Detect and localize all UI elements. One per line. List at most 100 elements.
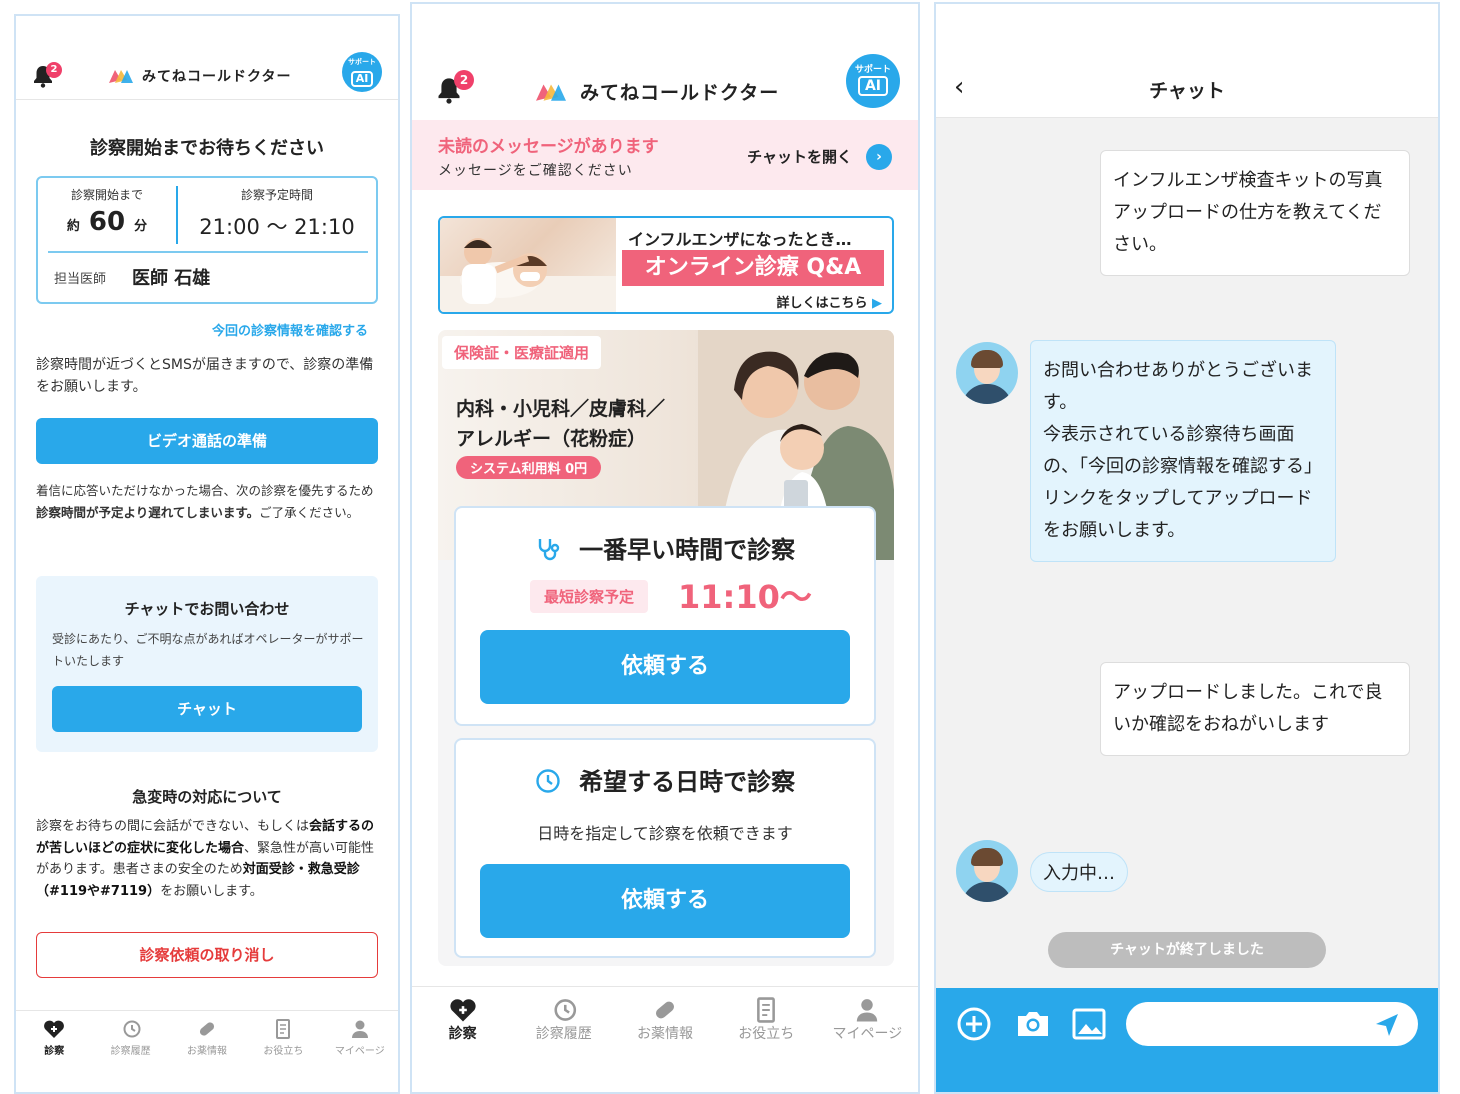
stethoscope-icon xyxy=(535,536,569,564)
preferred-title: 希望する日時で診察 xyxy=(456,762,874,797)
consultation-card: 保険証・医療証適用 内科・小児科／皮膚科／ アレルギー（花粉症） システム利用料 … xyxy=(438,330,894,966)
heart-plus-icon xyxy=(449,997,477,1023)
sms-note: 診察時間が近づくとSMSが届きますので、診察の準備をお願いします。 xyxy=(36,357,374,395)
sick-child-photo xyxy=(440,218,616,312)
chat-screen: ‹ チャット インフルエンザ検査キットの写真アップロードの仕方を教えてください。… xyxy=(934,2,1440,1094)
ai-support-button[interactable]: サポート AI xyxy=(846,54,900,108)
add-circle-icon[interactable] xyxy=(956,1006,992,1046)
camera-icon[interactable] xyxy=(1014,1006,1052,1046)
logo-mark-icon xyxy=(108,68,134,84)
chat-button[interactable]: チャット xyxy=(52,686,362,732)
app-logo: みてねコールドクター xyxy=(108,66,291,86)
cancel-request-button[interactable]: 診察依頼の取り消し xyxy=(36,932,378,978)
typing-indicator: 入力中… xyxy=(1030,852,1128,892)
ai-label: AI xyxy=(350,71,374,87)
missed-call-note: 着信に応答いただけなかった場合、次の診察を優先するため診察時間が予定より遅れてし… xyxy=(36,483,374,520)
triangle-right-icon: ▶ xyxy=(872,296,882,311)
person-icon xyxy=(349,1019,371,1039)
bottom-tab-bar: 診察 診察履歴 お薬情報 お役立ち マイページ xyxy=(16,1010,398,1092)
document-icon xyxy=(272,1019,294,1039)
app-name: みてねコールドクター xyxy=(142,69,292,85)
document-icon xyxy=(752,997,780,1023)
operator-avatar xyxy=(956,840,1018,902)
fee-pill: システム利用料 0円 xyxy=(456,456,602,479)
banner-line1: インフルエンザになったとき… xyxy=(628,230,852,249)
tab-history[interactable]: 診察履歴 xyxy=(513,997,614,1092)
tab-history[interactable]: 診察履歴 xyxy=(92,1019,168,1092)
tab-useful[interactable]: お役立ち xyxy=(245,1019,321,1092)
emergency-title: 急変時の対応について xyxy=(132,788,282,806)
request-earliest-button[interactable]: 依頼する xyxy=(480,630,850,704)
earliest-time: 11:10〜 xyxy=(678,578,812,616)
notification-badge: 2 xyxy=(454,70,474,90)
history-icon xyxy=(120,1019,142,1039)
clock-icon xyxy=(535,768,569,796)
user-message: アップロードしました。これで良いか確認をおねがいします xyxy=(1100,662,1410,756)
chat-card-desc: 受診にあたり、ご不明な点があればオペレーターがサポートいたします xyxy=(52,632,364,668)
unread-title: 未読のメッセージがあります xyxy=(438,137,659,157)
operator-message: お問い合わせありがとうございます。 今表示されている診察待ち画面の、「今回の診察… xyxy=(1030,340,1336,562)
app-logo: みてねコールドクター xyxy=(534,78,779,105)
operator-avatar xyxy=(956,342,1018,404)
chat-messages: インフルエンザ検査キットの写真アップロードの仕方を教えてください。 お問い合わせ… xyxy=(936,118,1438,988)
qa-banner[interactable]: インフルエンザになったとき… オンライン診療 Q&A 詳しくはこちら ▶ xyxy=(438,216,894,314)
chat-inquiry-card: チャットでお問い合わせ 受診にあたり、ご不明な点があればオペレーターがサポートい… xyxy=(36,576,378,752)
doctor-label: 担当医師 xyxy=(54,272,107,287)
tab-mypage[interactable]: マイページ xyxy=(322,1019,398,1092)
image-icon[interactable] xyxy=(1072,1006,1106,1046)
divider xyxy=(48,251,368,253)
banner-line2: オンライン診療 Q&A xyxy=(622,250,884,286)
chat-composer xyxy=(936,988,1438,1092)
tab-useful[interactable]: お役立ち xyxy=(716,997,817,1092)
message-input[interactable] xyxy=(1126,1002,1418,1046)
tab-mypage[interactable]: マイページ xyxy=(817,997,918,1092)
scheduled-label: 診察予定時間 xyxy=(240,188,313,202)
appointment-summary: 診察開始まで 約 60 分 診察予定時間 21:00 〜 21:10 担当医師 … xyxy=(36,176,378,304)
scheduled-time: 21:00 〜 21:10 xyxy=(199,215,355,239)
consultation-info-link[interactable]: 今回の診察情報を確認する xyxy=(212,320,368,339)
emergency-note: 診察をお待ちの間に会話ができない、もしくは会話するのが苦しいほどの症状に変化した… xyxy=(36,819,375,899)
app-header: 2 みてねコールドクター サポート AI xyxy=(16,52,398,100)
support-label: サポート xyxy=(348,58,376,66)
tab-medicine[interactable]: お薬情報 xyxy=(614,997,715,1092)
tab-consultation[interactable]: 診察 xyxy=(412,997,513,1092)
ai-support-button[interactable]: サポート AI xyxy=(342,52,382,92)
request-preferred-button[interactable]: 依頼する xyxy=(480,864,850,938)
preferred-option-card: 希望する日時で診察 日時を指定して診察を依頼できます 依頼する xyxy=(454,738,876,958)
doctor-name: 医師 石雄 xyxy=(132,268,211,289)
preferred-desc: 日時を指定して診察を依頼できます xyxy=(537,824,793,843)
notification-badge: 2 xyxy=(46,62,62,78)
support-label: サポート xyxy=(854,65,891,75)
ai-label: AI xyxy=(857,76,889,96)
unread-subtitle: メッセージをご確認ください xyxy=(438,163,633,179)
user-message: インフルエンザ検査キットの写真アップロードの仕方を教えてください。 xyxy=(1100,150,1410,276)
logo-mark-icon xyxy=(534,82,568,102)
unread-message-banner[interactable]: 未読のメッセージがあります メッセージをご確認ください チャットを開く › xyxy=(412,120,918,190)
waiting-screen: 2 みてねコールドクター サポート AI 診察開始までお待ちください 診察開始ま… xyxy=(14,14,400,1094)
earliest-label: 最短診察予定 xyxy=(530,580,649,613)
tab-medicine[interactable]: お薬情報 xyxy=(169,1019,245,1092)
until-label: 診察開始まで xyxy=(70,188,143,202)
insurance-pill: 保険証・医療証適用 xyxy=(442,336,602,369)
earliest-option-card: 一番早い時間で診察 最短診察予定 11:10〜 依頼する xyxy=(454,506,876,726)
send-icon[interactable] xyxy=(1374,1012,1400,1044)
page-title: 診察開始までお待ちください xyxy=(90,138,324,159)
pill-icon xyxy=(651,997,679,1023)
departments: 内科・小児科／皮膚科／ アレルギー（花粉症） xyxy=(456,398,666,450)
banner-more-link[interactable]: 詳しくはこちら ▶ xyxy=(776,292,882,311)
person-icon xyxy=(853,997,881,1023)
chevron-right-icon[interactable]: › xyxy=(866,144,892,170)
tab-consultation[interactable]: 診察 xyxy=(16,1019,92,1092)
video-call-prep-button[interactable]: ビデオ通話の準備 xyxy=(36,418,378,464)
app-header: 2 みてねコールドクター サポート AI xyxy=(412,48,918,120)
chat-ended-notice: チャットが終了しました xyxy=(1048,932,1326,968)
pill-icon xyxy=(196,1019,218,1039)
heart-plus-icon xyxy=(43,1019,65,1039)
chat-title: チャット xyxy=(1149,80,1225,102)
bottom-tab-bar: 診察 診察履歴 お薬情報 お役立ち マイページ xyxy=(412,986,918,1092)
history-icon xyxy=(550,997,578,1023)
app-name: みてねコールドクター xyxy=(580,82,780,104)
open-chat-link[interactable]: チャットを開く xyxy=(747,146,852,167)
until-value: 約 60 分 xyxy=(66,207,148,237)
chat-card-title: チャットでお問い合わせ xyxy=(124,600,290,618)
